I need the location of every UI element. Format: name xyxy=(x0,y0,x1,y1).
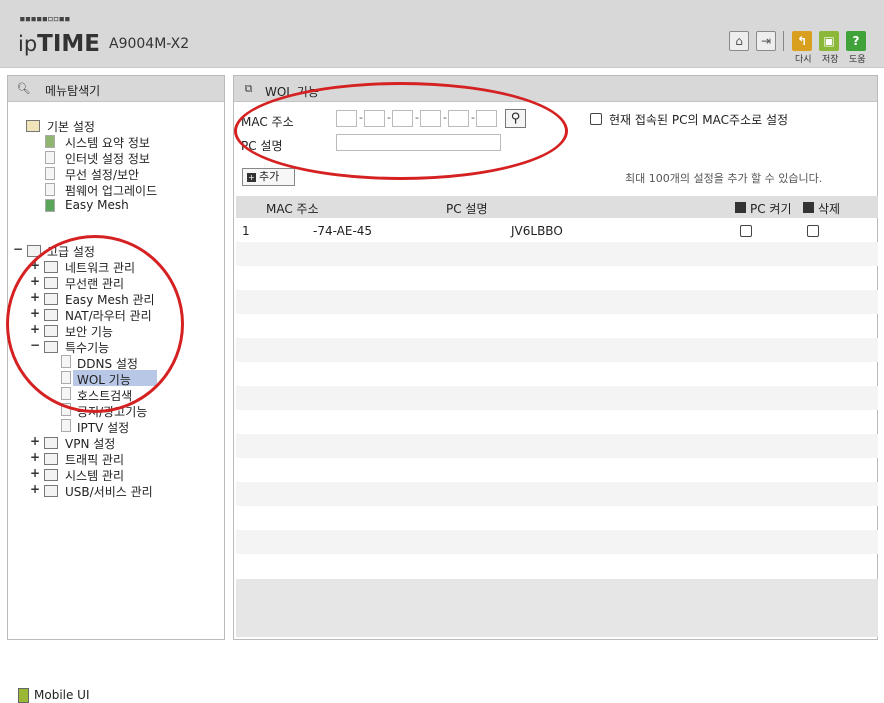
magnifier-icon: 🔍︎ xyxy=(16,82,31,95)
table-row xyxy=(236,314,878,338)
traffic-expand-toggle[interactable]: + xyxy=(30,450,40,464)
tree-traffic-management[interactable]: 트래픽 관리 xyxy=(65,451,124,468)
basic-settings-folder-icon xyxy=(26,120,40,132)
tree-basic-settings[interactable]: 기본 설정 xyxy=(47,118,95,135)
tree-wireless-security[interactable]: 무선 설정/보안 xyxy=(65,166,139,183)
table-row xyxy=(236,458,878,482)
mobile-ui-label: Mobile UI xyxy=(34,688,90,702)
table-row xyxy=(236,482,878,506)
easy-mesh-icon xyxy=(45,199,55,212)
wireless-icon xyxy=(45,167,55,180)
row-number: 1 xyxy=(242,224,250,238)
tree-system-management[interactable]: 시스템 관리 xyxy=(65,467,124,484)
add-button[interactable]: + 추가 xyxy=(242,168,295,186)
traffic-folder-icon xyxy=(44,453,58,465)
internet-info-icon xyxy=(45,151,55,164)
table-row xyxy=(236,530,878,554)
mobile-icon xyxy=(18,688,29,703)
current-pc-mac-checkbox[interactable] xyxy=(590,113,602,125)
tree-system-summary[interactable]: 시스템 요약 정보 xyxy=(65,134,150,151)
help-button[interactable]: ? xyxy=(846,31,866,51)
add-button-label: 추가 xyxy=(259,170,280,183)
logout-button[interactable]: ⇥ xyxy=(756,31,776,51)
table-header: MAC 주소 PC 설명 PC 켜기 삭제 xyxy=(236,196,878,218)
top-header: ▪▪▪▪▪▫▫▪▪ ipTIME A9004M-X2 ⌂ ⇥ ↰ ▣ ? 다시 … xyxy=(0,0,884,68)
header-divider xyxy=(783,31,784,51)
menu-explorer-title: 메뉴탐색기 xyxy=(45,84,101,98)
reload-icon: ↰ xyxy=(796,34,808,48)
table-row xyxy=(236,554,878,578)
table-row xyxy=(236,290,878,314)
save-button[interactable]: ▣ xyxy=(819,31,839,51)
vpn-expand-toggle[interactable]: + xyxy=(30,434,40,448)
panel-footer xyxy=(236,579,878,637)
logo-dots: ▪▪▪▪▪▫▫▪▪ xyxy=(19,12,71,25)
delete-row-checkbox[interactable] xyxy=(807,225,819,237)
column-mac: MAC 주소 xyxy=(266,202,319,216)
column-wake: PC 켜기 xyxy=(750,202,792,216)
vpn-folder-icon xyxy=(44,437,58,449)
table-row xyxy=(236,266,878,290)
help-icon: ? xyxy=(852,34,860,48)
save-label: 저장 xyxy=(822,55,839,65)
limit-notice: 최대 100개의 설정을 추가 할 수 있습니다. xyxy=(625,172,823,185)
tree-easy-mesh[interactable]: Easy Mesh xyxy=(65,198,129,212)
system-folder-icon xyxy=(44,469,58,481)
save-icon: ▣ xyxy=(823,34,835,48)
column-delete: 삭제 xyxy=(818,202,841,216)
annotation-ellipse-menu xyxy=(6,235,184,413)
table-row xyxy=(236,242,878,266)
home-button[interactable]: ⌂ xyxy=(729,31,749,51)
table-row xyxy=(236,362,878,386)
delete-column-icon xyxy=(803,202,814,213)
table-row xyxy=(236,410,878,434)
copy-pages-icon: ⧉ xyxy=(244,82,253,95)
tree-internet-info[interactable]: 인터넷 설정 정보 xyxy=(65,150,150,167)
logo-brand: TIME xyxy=(37,31,101,57)
system-expand-toggle[interactable]: + xyxy=(30,466,40,480)
iptv-page-icon xyxy=(61,419,71,432)
current-pc-mac-label: 현재 접속된 PC의 MAC주소로 설정 xyxy=(609,113,789,127)
usb-folder-icon xyxy=(44,485,58,497)
tree-iptv-settings[interactable]: IPTV 설정 xyxy=(77,419,129,436)
menu-explorer-header: 🔍︎ 메뉴탐색기 xyxy=(8,76,224,102)
annotation-ellipse-form xyxy=(234,82,568,180)
tree-firmware-upgrade[interactable]: 펌웨어 업그레이드 xyxy=(65,182,157,199)
plus-icon: + xyxy=(247,173,256,182)
table-row xyxy=(236,386,878,410)
wake-column-icon xyxy=(735,202,746,213)
reload-label: 다시 xyxy=(795,55,812,65)
firmware-icon xyxy=(45,183,55,196)
table-row: 1 -74-AE-45 JV6LBBO xyxy=(236,218,878,242)
tree-vpn-settings[interactable]: VPN 설정 xyxy=(65,435,115,452)
table-row xyxy=(236,338,878,362)
row-mac: -74-AE-45 xyxy=(313,224,373,238)
column-pc: PC 설명 xyxy=(446,202,488,216)
home-icon: ⌂ xyxy=(735,34,743,48)
usb-expand-toggle[interactable]: + xyxy=(30,482,40,496)
model-name: A9004M-X2 xyxy=(109,36,190,52)
reload-button[interactable]: ↰ xyxy=(792,31,812,51)
tree-usb-service-management[interactable]: USB/서비스 관리 xyxy=(65,483,153,500)
help-label: 도움 xyxy=(849,55,866,65)
wake-pc-checkbox[interactable] xyxy=(740,225,752,237)
logo-prefix: ip xyxy=(18,32,38,56)
system-summary-icon xyxy=(45,135,55,148)
mobile-ui-link[interactable]: Mobile UI xyxy=(18,688,90,703)
logout-icon: ⇥ xyxy=(760,34,772,48)
table-row xyxy=(236,506,878,530)
table-row xyxy=(236,434,878,458)
row-pc: JV6LBBO xyxy=(511,224,563,238)
brand-logo: ipTIME xyxy=(18,31,100,57)
advanced-collapse-toggle[interactable]: − xyxy=(13,242,23,256)
